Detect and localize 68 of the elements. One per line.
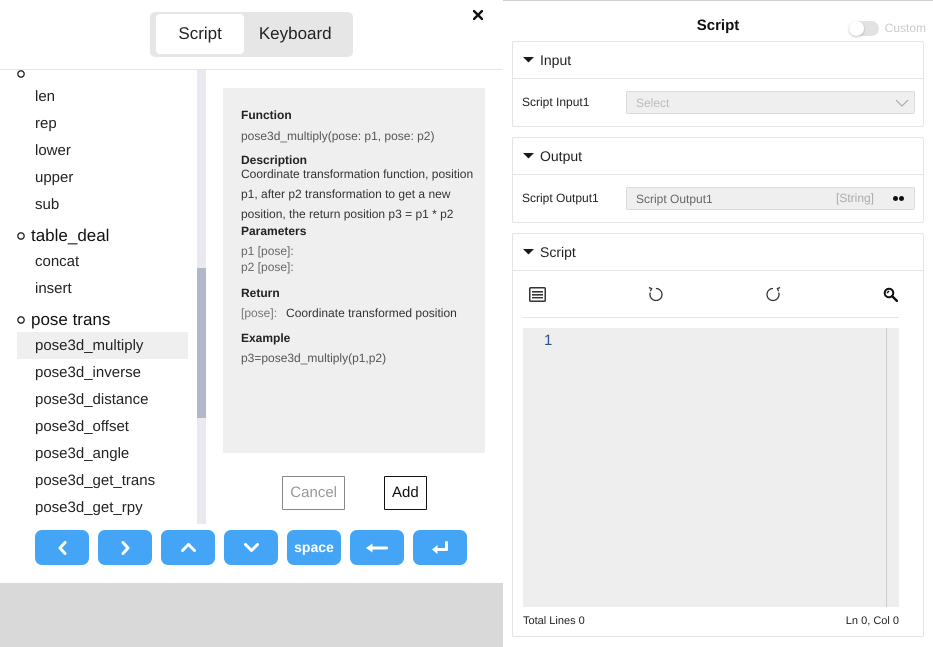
tree-item[interactable]: pose3d_angle (17, 440, 188, 467)
section-title[interactable]: Script (540, 244, 576, 260)
circle-bullet-icon (17, 232, 25, 240)
redo-icon[interactable] (765, 286, 782, 302)
caret-down-icon[interactable] (523, 153, 534, 159)
tree-item[interactable]: pose3d_multiply (17, 332, 188, 359)
field-label: Script Input1 (522, 95, 590, 110)
tree-item[interactable]: lower (17, 137, 188, 164)
close-icon[interactable] (473, 10, 483, 20)
keyboard-icon[interactable] (529, 286, 546, 302)
section-title[interactable]: Input (540, 52, 572, 68)
add-button[interactable]: Add (384, 476, 427, 510)
left-key[interactable] (35, 530, 89, 565)
up-key[interactable] (161, 530, 215, 565)
backspace-key[interactable] (350, 530, 404, 565)
function-signature: pose3d_multiply(pose: p1, pose: p2) (241, 128, 436, 145)
tree-item[interactable]: insert (17, 275, 188, 302)
return-description: Coordinate transformed position (286, 305, 457, 322)
cursor-position-text: Ln 0, Col 0 (846, 614, 899, 628)
tree-item[interactable]: pose3d_distance (17, 386, 188, 413)
description-text: Coordinate transformation function, position p1, after p2 transformation to get a new position, the return position p3 = p1 * p2 (241, 166, 474, 223)
section-heading: Return (241, 286, 281, 300)
toggle-switch[interactable] (848, 21, 879, 36)
section-heading: Function (241, 108, 293, 122)
total-lines-text: Total Lines 0 (523, 614, 585, 628)
tree-item[interactable]: pose3d_inverse (17, 359, 188, 386)
section-heading: Parameters (241, 224, 308, 238)
tree-item[interactable]: pose3d_get_rpy (17, 494, 188, 521)
enter-arrow-icon (432, 540, 448, 554)
right-key[interactable] (98, 530, 152, 565)
return-type: [pose]: (241, 305, 278, 322)
chevron-up-icon (180, 543, 196, 552)
parameter-text: p2 [pose]: (241, 259, 295, 275)
down-key[interactable] (224, 530, 278, 565)
caret-down-icon[interactable] (523, 57, 534, 63)
tree-item[interactable]: sub (17, 191, 188, 218)
dots-icon[interactable] (893, 196, 904, 201)
chevron-down-icon (244, 543, 258, 552)
parameter-text: p1 [pose]: (241, 243, 295, 259)
undo-icon[interactable] (648, 286, 664, 302)
tree-item[interactable]: pose3d_get_trans (17, 467, 188, 494)
field-label: Script Output1 (522, 191, 600, 206)
tree-item[interactable]: rep (17, 110, 188, 137)
line-number: 1 (544, 332, 554, 350)
code-editor[interactable]: 1 (523, 328, 899, 607)
circle-bullet-icon (17, 316, 25, 324)
example-code: p3=pose3d_multiply(p1,p2) (241, 350, 388, 367)
tree-item[interactable]: pose3d_offset (17, 413, 188, 440)
enter-key[interactable] (413, 530, 467, 565)
chevron-left-icon (58, 540, 66, 554)
section-heading: Example (241, 331, 292, 345)
tree-item[interactable]: len (17, 83, 188, 110)
circle-bullet-icon (17, 70, 25, 78)
scrollbar-thumb[interactable] (197, 268, 206, 418)
tree-item[interactable]: upper (17, 164, 188, 191)
section-title[interactable]: Output (540, 148, 582, 164)
left-arrow-icon (366, 542, 388, 552)
tab[interactable]: Script (156, 14, 244, 54)
caret-down-icon[interactable] (523, 249, 534, 255)
tree-group-label[interactable]: pose trans (31, 308, 110, 332)
chevron-right-icon (120, 540, 130, 554)
tab[interactable]: Keyboard (244, 14, 347, 54)
tree-item[interactable]: concat (17, 248, 188, 275)
search-icon[interactable] (882, 286, 898, 302)
panel-title: Script (696, 16, 740, 35)
type-label: [String] (836, 191, 874, 206)
section-heading: Description (241, 153, 308, 167)
tree-group-label[interactable]: table_deal (31, 224, 110, 248)
